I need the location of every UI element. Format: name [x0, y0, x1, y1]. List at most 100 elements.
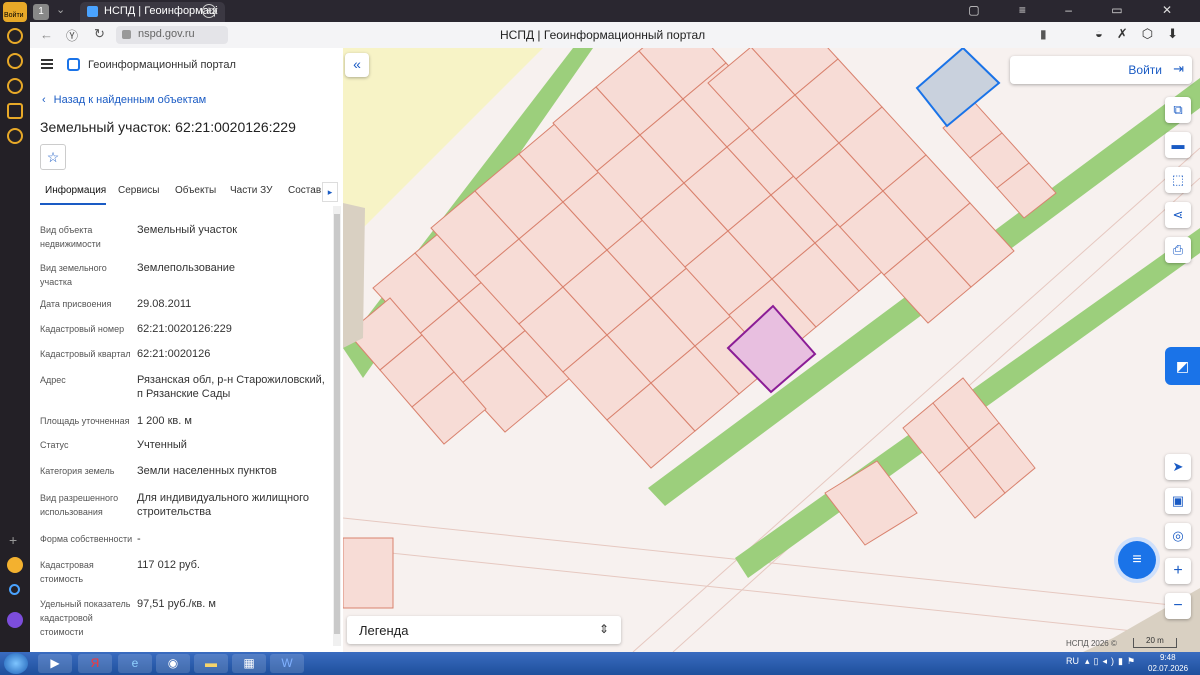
ie-icon[interactable]: e [118, 654, 152, 673]
navigate-button[interactable]: ➤ [1165, 454, 1191, 480]
attribute-key: Кадастровый номер [40, 324, 125, 334]
portal-name: Геоинформационный портал [88, 59, 236, 71]
explorer-icon[interactable]: ▬ [194, 654, 228, 673]
login-icon: ⇥ [1173, 61, 1184, 76]
purple-icon[interactable] [7, 612, 23, 628]
attribute-key: Адрес [40, 375, 66, 385]
tab-parts[interactable]: Части ЗУ [230, 185, 272, 196]
attribute-key: Вид земельного участка [40, 263, 107, 287]
attribute-value: 29.08.2011 [137, 298, 192, 310]
attribute-key: Статус [40, 440, 69, 450]
window-controls[interactable]: ▢ ≡ – ▭ ✕ [968, 3, 1190, 17]
portal-logo-icon [67, 58, 80, 71]
attribute-value: 62:21:0020126 [137, 348, 211, 360]
attribute-key: Удельный показатель кадастровой стоимост… [40, 599, 131, 637]
start-button[interactable] [4, 653, 28, 674]
sidebar-login-label: Войти [4, 12, 24, 19]
yandex-icon[interactable]: Ⓨ [66, 27, 78, 44]
attribute-value: 117 012 руб. [137, 559, 200, 571]
attribute-value: - [137, 533, 141, 545]
attribute-key: Категория земель [40, 466, 115, 476]
yandex-browser-icon[interactable]: Я [78, 654, 112, 673]
circle-icon[interactable] [9, 584, 20, 595]
parcel [824, 460, 918, 546]
chat-button[interactable]: ≡ [1118, 541, 1156, 579]
chrome-icon[interactable]: ◉ [156, 654, 190, 673]
add-icon[interactable]: + [9, 532, 17, 548]
bookmark-icon[interactable]: ▮ [1040, 27, 1047, 41]
scale-label: 20 m [1146, 636, 1164, 645]
taskbar: ▶ Я e ◉ ▬ ▦ W RU ▴▯◂)▮⚑ 9:48 02.07.2026 [0, 652, 1200, 675]
ruler-button[interactable]: ▬ [1165, 132, 1191, 158]
legend-dropdown[interactable]: Легенда ⇕ [347, 616, 621, 644]
browser-sidebar: Войти + [0, 0, 30, 652]
history-icon[interactable] [7, 28, 23, 44]
widget-button[interactable]: ◩ [1165, 347, 1200, 385]
select-area-button[interactable]: ⬚ [1165, 167, 1191, 193]
object-title: Земельный участок: 62:21:0020126:229 [40, 119, 296, 135]
minimap-button[interactable]: ▣ [1165, 488, 1191, 514]
login-button[interactable]: Войти ⇥ [1010, 56, 1192, 84]
tab-composition[interactable]: Состав [288, 185, 321, 196]
back-link-label: Назад к найденным объектам [53, 94, 207, 106]
url-text: nspd.gov.ru [138, 28, 195, 40]
scrollbar-thumb[interactable] [334, 214, 340, 634]
map-canvas[interactable] [343, 48, 1200, 652]
downloads-icon[interactable] [7, 78, 23, 94]
locate-button[interactable]: ◎ [1165, 523, 1191, 549]
tab-icon[interactable] [7, 103, 23, 119]
attribute-value: 97,51 руб./кв. м [137, 598, 216, 610]
back-link[interactable]: ‹ Назад к найденным объектам [42, 94, 206, 106]
attribute-key: Кадастровый квартал [40, 349, 131, 359]
attribute-key: Площадь уточненная [40, 416, 130, 426]
tab-favicon [87, 6, 98, 17]
print-button[interactable]: ⎙ [1165, 237, 1191, 263]
alice-icon[interactable] [7, 557, 23, 573]
clock-date: 02.07.2026 [1148, 664, 1189, 673]
page-title: НСПД | Геоинформационный портал [500, 28, 706, 42]
attribute-key: Дата присвоения [40, 299, 112, 309]
scrollbar[interactable] [333, 206, 341, 646]
attribute-value: Земли населенных пунктов [137, 465, 277, 477]
map-view[interactable]: « Войти ⇥ Легенда ⇕ НСПД 2026 © 20 m [343, 48, 1200, 652]
extensions-icon[interactable]: ◒✗⬡⬇ [1095, 26, 1192, 42]
lang-indicator[interactable]: RU [1066, 656, 1079, 666]
collections-icon[interactable] [7, 53, 23, 69]
word-icon[interactable]: W [270, 654, 304, 673]
collapse-panel-button[interactable]: « [345, 53, 369, 77]
tab-underline [40, 203, 106, 205]
attribute-key: Вид объекта недвижимости [40, 225, 101, 249]
attribute-key: Форма собственности [40, 534, 133, 544]
new-tab-button[interactable]: + [202, 4, 216, 18]
info-panel: Геоинформационный портал ‹ Назад к найден… [30, 48, 343, 652]
attribute-value: Земельный участок [137, 224, 238, 236]
tab-counter[interactable]: 1 [33, 4, 49, 20]
parcel-w [343, 203, 365, 348]
tabs-scroll-button[interactable]: ▸ [322, 182, 338, 202]
tab-objects[interactable]: Объекты [175, 185, 216, 196]
menu-icon[interactable] [41, 59, 53, 69]
favorite-button[interactable]: ☆ [40, 144, 66, 170]
tab-info[interactable]: Информация [45, 185, 106, 196]
url-field[interactable]: nspd.gov.ru [116, 26, 228, 44]
zoom-in-button[interactable]: + [1165, 558, 1191, 584]
legend-label: Легенда [359, 623, 409, 638]
layers-button[interactable]: ⧉ [1165, 97, 1191, 123]
back-icon[interactable]: ← [40, 27, 53, 42]
tab-services[interactable]: Сервисы [118, 185, 159, 196]
tab-strip: 1 ⌄ НСПД | Геоинформаці ✕ + ▢ ≡ – ▭ ✕ [30, 0, 1200, 22]
reload-icon[interactable]: ↻ [94, 26, 105, 42]
share-button[interactable]: ⋖ [1165, 202, 1191, 228]
tab-title: НСПД | Геоинформаці [104, 5, 218, 17]
zoom-out-button[interactable]: − [1165, 593, 1191, 619]
apps-icon[interactable]: ▦ [232, 654, 266, 673]
media-player-icon[interactable]: ▶ [38, 654, 72, 673]
attribute-value: Учтенный [137, 439, 187, 451]
login-label: Войти [1128, 63, 1162, 77]
highlighted-parcel [915, 48, 1001, 128]
tabs-menu-icon[interactable]: ⌄ [56, 3, 65, 16]
address-bar: ← Ⓨ ↻ nspd.gov.ru НСПД | Геоинформационн… [30, 22, 1200, 48]
bookmarks-icon[interactable] [7, 128, 23, 144]
attribute-value: Для индивидуального жилищного строительс… [137, 492, 310, 518]
tray-icons[interactable]: ▴▯◂)▮⚑ [1085, 656, 1139, 667]
